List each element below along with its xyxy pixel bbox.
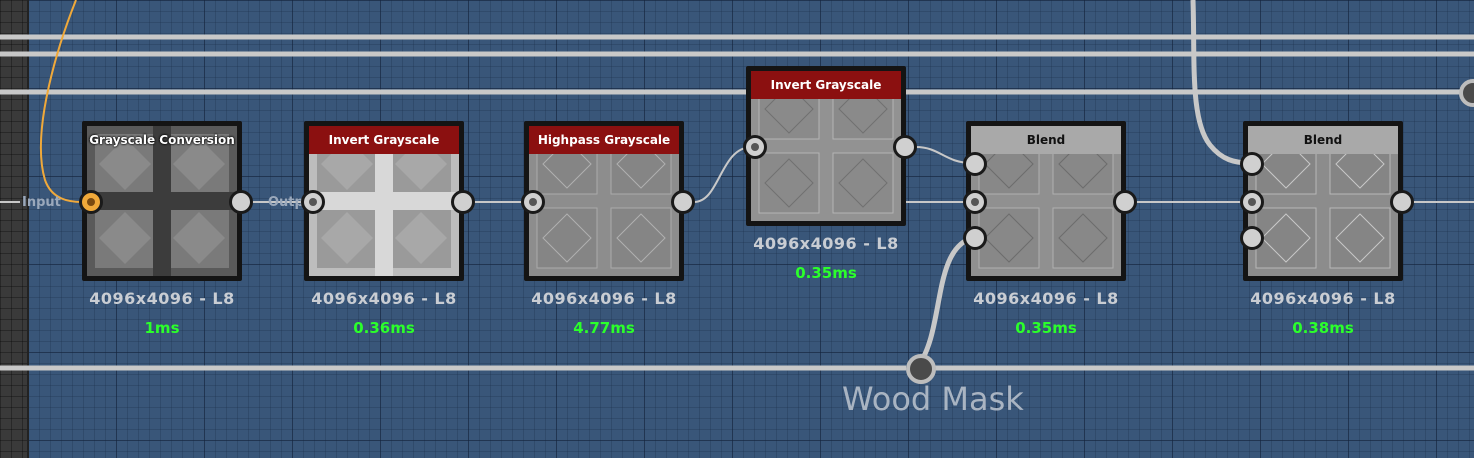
input-port-icon[interactable] (301, 190, 325, 214)
node-title: Grayscale Conversion (89, 133, 235, 147)
node-size-label: 4096x4096 - L8 (1250, 289, 1396, 308)
node-time-label: 1ms (144, 319, 180, 337)
output-port-icon[interactable] (1390, 190, 1414, 214)
wire-top-down (1190, 0, 1251, 166)
node-size-label: 4096x4096 - L8 (753, 234, 899, 253)
input-port-icon[interactable] (79, 190, 103, 214)
input-port-icon[interactable] (743, 135, 767, 159)
output-port-icon[interactable] (893, 135, 917, 159)
node-size-label: 4096x4096 - L8 (973, 289, 1119, 308)
node-title: Blend (1248, 126, 1398, 154)
node-title: Blend (971, 126, 1121, 154)
input-port-icon[interactable] (1240, 226, 1264, 250)
output-port-icon[interactable] (671, 190, 695, 214)
input-port-icon[interactable] (521, 190, 545, 214)
output-port-label: Outp (268, 195, 304, 210)
node-size-label: 4096x4096 - L8 (531, 289, 677, 308)
output-port-icon[interactable] (451, 190, 475, 214)
input-port-label: Input (22, 195, 61, 210)
input-port-icon[interactable] (963, 190, 987, 214)
node-title: Highpass Grayscale (529, 126, 679, 154)
input-port-icon[interactable] (1240, 152, 1264, 176)
node-title: Invert Grayscale (309, 126, 459, 154)
input-port-icon[interactable] (963, 226, 987, 250)
node-size-label: 4096x4096 - L8 (311, 289, 457, 308)
node-size-label: 4096x4096 - L8 (89, 289, 235, 308)
frame-title: Wood Mask (842, 380, 1024, 418)
wire-selected-input (39, 0, 83, 203)
wire-3-4 (693, 146, 753, 203)
input-port-icon[interactable] (1240, 190, 1264, 214)
input-port-icon[interactable] (963, 152, 987, 176)
output-port-icon[interactable] (229, 190, 253, 214)
node-title: Invert Grayscale (751, 71, 901, 99)
node-time-label: 0.36ms (353, 319, 415, 337)
node-time-label: 0.38ms (1292, 319, 1354, 337)
node-time-label: 4.77ms (573, 319, 635, 337)
node-time-label: 0.35ms (795, 264, 857, 282)
output-port-icon[interactable] (1113, 190, 1137, 214)
node-time-label: 0.35ms (1015, 319, 1077, 337)
